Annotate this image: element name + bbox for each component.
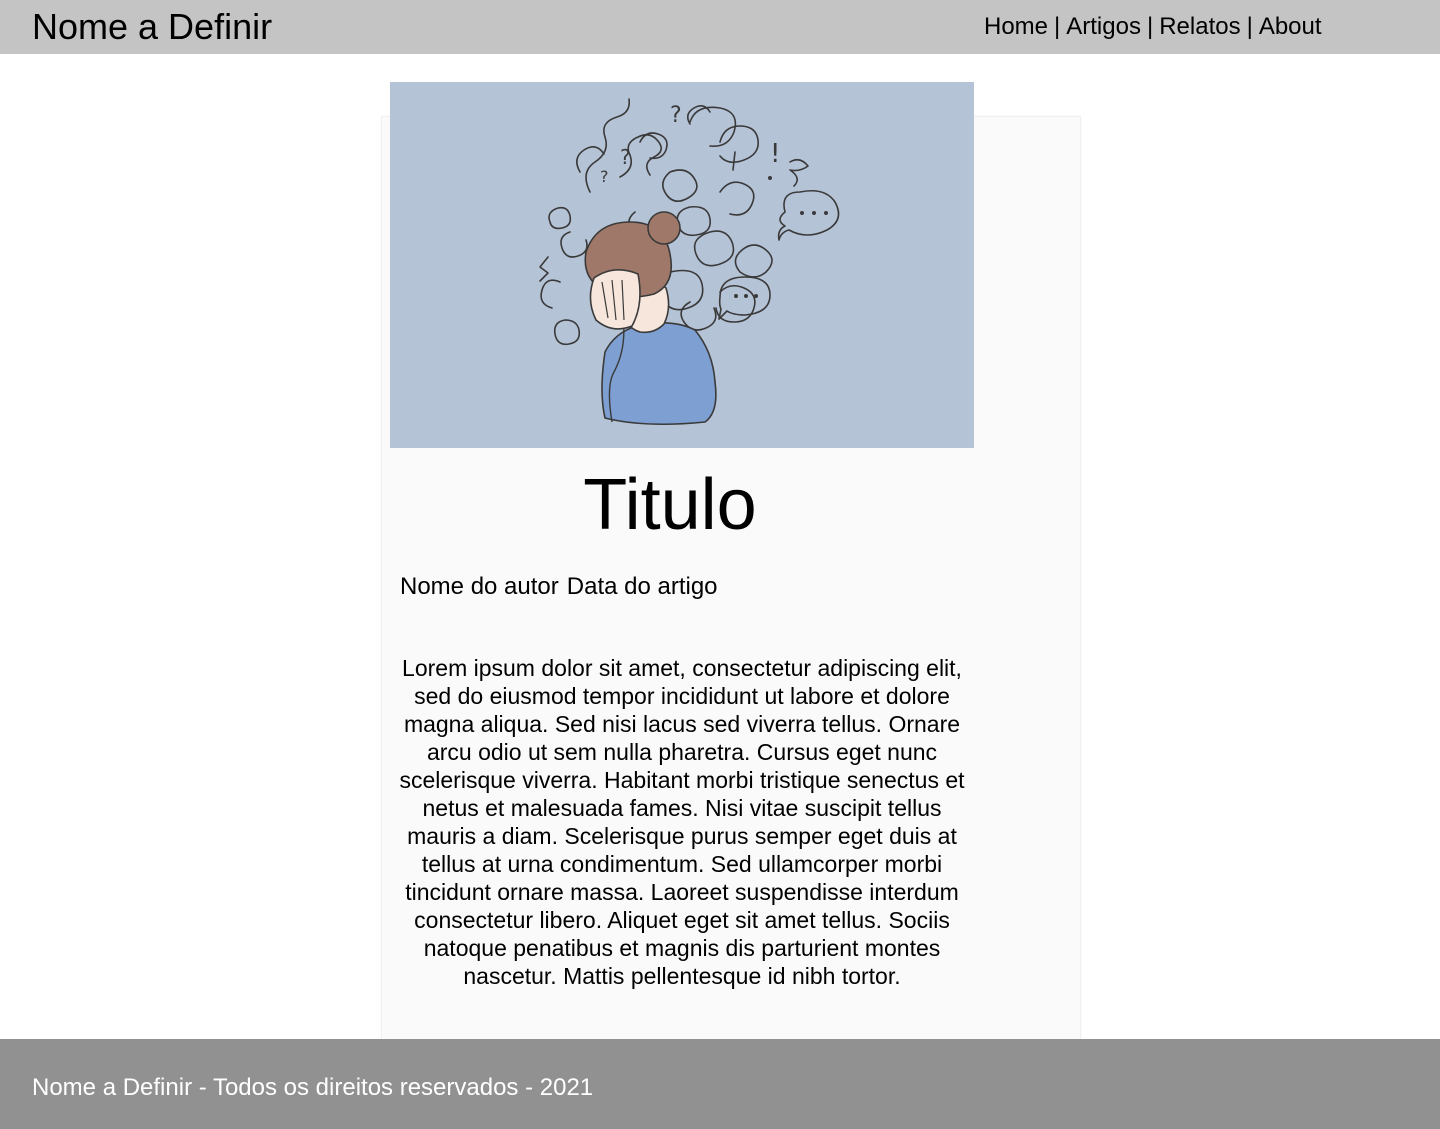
- site-footer: Nome a Definir - Todos os direitos reser…: [0, 1039, 1440, 1129]
- article-meta: Nome do autor Data do artigo: [400, 572, 718, 602]
- site-brand[interactable]: Nome a Definir: [32, 6, 272, 48]
- top-navbar: Nome a Definir Home | Artigos | Relatos | Abou…: [0, 0, 1440, 54]
- nav-separator: |: [1246, 13, 1253, 40]
- footer-copyright: Nome a Definir - Todos os direitos reser…: [32, 1074, 594, 1101]
- nav-link-home[interactable]: Home: [984, 13, 1048, 40]
- main-nav: Home | Artigos | Relatos | About: [984, 12, 1322, 42]
- svg-text:?: ?: [600, 167, 609, 186]
- nav-separator: |: [1146, 13, 1154, 40]
- nav-link-relatos[interactable]: Relatos: [1159, 13, 1240, 40]
- nav-link-artigos[interactable]: Artigos: [1066, 13, 1141, 40]
- svg-text:!: !: [770, 139, 780, 169]
- article-author: Nome do autor: [400, 573, 559, 600]
- article-hero-image: ? ? ? !: [390, 82, 974, 448]
- anxious-woman-illustration-icon: ? ? ? !: [539, 98, 840, 426]
- svg-text:?: ?: [620, 145, 631, 169]
- article-date: Data do artigo: [566, 573, 718, 600]
- article-title: Titulo: [583, 465, 757, 545]
- article-body: Lorem ipsum dolor sit amet, consectetur …: [399, 655, 965, 989]
- nav-link-about[interactable]: About: [1259, 13, 1322, 40]
- svg-text:?: ?: [670, 103, 682, 128]
- nav-separator: |: [1054, 13, 1061, 40]
